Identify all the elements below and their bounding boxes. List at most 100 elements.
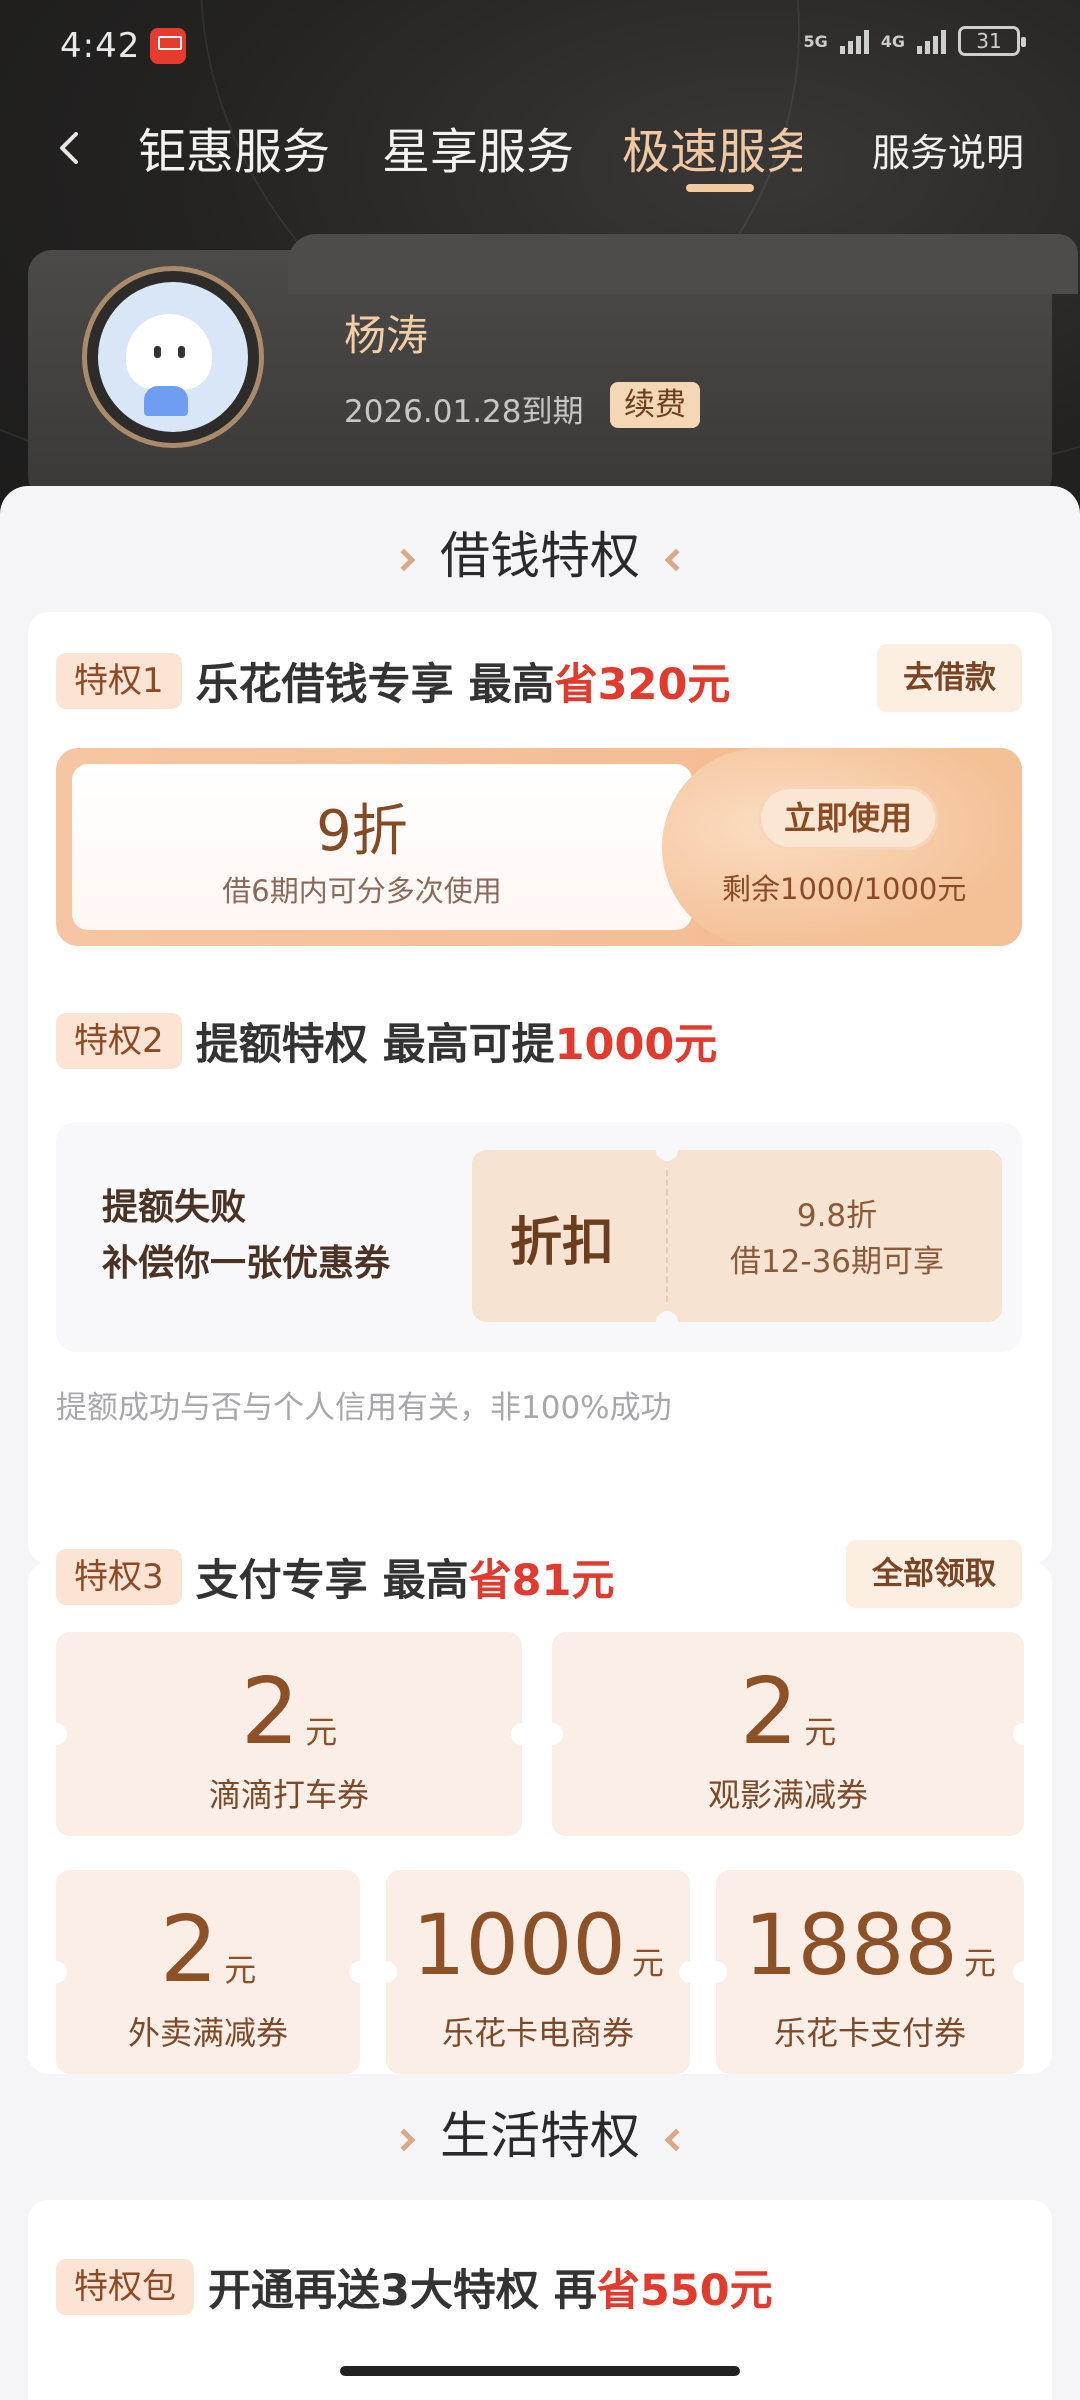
home-indicator[interactable] (340, 2366, 740, 2376)
discount-ticket: 折扣 9.8折 借12-36期可享 (472, 1139, 1002, 1333)
status-signals: 5G 4G 31 (803, 26, 1026, 56)
privilege-highlight: 省550元 (596, 2266, 773, 2316)
coupon-remaining: 剩余1000/1000元 (722, 872, 967, 906)
voucher-amount-number: 1888 (744, 1896, 958, 1994)
ticket-condition: 借12-36期可享 (729, 1244, 945, 1280)
avatar (98, 282, 248, 432)
voucher-amount-number: 2 (739, 1658, 799, 1765)
avatar-eye (178, 346, 185, 358)
limit-increase-compensation: 提额失败 补偿你一张优惠券 折扣 9.8折 借12-36期可享 (56, 1122, 1022, 1352)
voucher-unit: 元 (631, 1944, 664, 1982)
decor-chevron-icon (392, 548, 416, 571)
privilege-highlight: 省81元 (468, 1556, 615, 1606)
app-notification-icon (150, 28, 186, 64)
voucher-takeout[interactable]: 2元 外卖满减券 (56, 1870, 360, 2074)
privilege-title-text: 支付专享 最高 (195, 1556, 469, 1606)
payment-privileges-card: 特权3 支付专享 最高省81元 全部领取 2元 滴滴打车券 2元 观影满减券 2… (28, 1540, 1052, 2074)
ticket-divider (666, 1170, 668, 1302)
tab-juhui-service[interactable]: 钜惠服务 (138, 112, 330, 182)
network-4g-label: 4G (880, 31, 905, 51)
tab-jisu-service[interactable]: 极速服务 (622, 112, 802, 182)
decor-chevron-icon (664, 548, 688, 571)
tab-xingxiang-service[interactable]: 星享服务 (382, 112, 574, 182)
coupon-description: 借6期内可分多次使用 (222, 874, 502, 908)
section-borrow-privileges: 借钱特权 (0, 516, 1080, 588)
battery-icon: 31 (958, 26, 1026, 56)
top-navigation: 钜惠服务 星享服务 极速服务 服务说明 (0, 100, 1080, 200)
privilege-title-text: 提额特权 最高可提 (195, 1020, 555, 1070)
privilege-2-header: 特权2 提额特权 最高可提1000元 (56, 1010, 717, 1072)
voucher-amount: 2元 (552, 1658, 1024, 1765)
privilege-3-header: 特权3 支付专享 最高省81元 (56, 1546, 614, 1608)
coupon-left: 9折 借6期内可分多次使用 (72, 764, 692, 930)
privilege-1-header: 特权1 乐花借钱专享 最高省320元 (56, 650, 730, 712)
voucher-label: 乐花卡支付券 (773, 2014, 966, 2052)
privilege-title: 支付专享 最高省81元 (196, 1546, 615, 1608)
privilege-highlight: 省320元 (554, 660, 731, 710)
voucher-label: 乐花卡电商券 (441, 2014, 634, 2052)
privilege-title-text: 开通再送3大特权 再 (208, 2266, 597, 2316)
avatar-body (144, 386, 188, 416)
privilege-pack-header: 特权包 开通再送3大特权 再省550元 (56, 2256, 773, 2318)
ticket-notch (656, 1139, 678, 1161)
privilege-highlight: 1000元 (554, 1020, 718, 1070)
privilege-tag: 特权1 (56, 653, 182, 709)
decor-chevron-icon (664, 2128, 688, 2151)
network-5g-label: 5G (803, 31, 828, 51)
voucher-ecommerce[interactable]: 1000 元 乐花卡电商券 (386, 1870, 690, 2074)
voucher-unit: 元 (804, 1713, 837, 1751)
compensation-text: 提额失败 补偿你一张优惠券 (102, 1180, 390, 1292)
user-card-tab (288, 234, 1078, 294)
avatar-head (126, 314, 212, 390)
signal-bars-icon (917, 28, 946, 54)
ticket-kind: 折扣 (510, 1213, 615, 1273)
compensation-line-1: 提额失败 (102, 1187, 247, 1228)
voucher-unit: 元 (224, 1951, 257, 1989)
voucher-payment[interactable]: 1888 元 乐花卡支付券 (716, 1870, 1024, 2074)
limit-increase-note: 提额成功与否与个人信用有关，非100%成功 (56, 1390, 672, 1426)
status-time: 4:42 (60, 26, 141, 66)
voucher-amount: 1888 元 (716, 1896, 1024, 1994)
voucher-label: 滴滴打车券 (208, 1776, 369, 1814)
status-bar: 4:42 5G 4G 31 (0, 0, 1080, 90)
section-title-text: 借钱特权 (440, 527, 640, 585)
voucher-amount-number: 2 (240, 1658, 300, 1765)
voucher-didi[interactable]: 2元 滴滴打车券 (56, 1632, 522, 1836)
loan-discount-coupon: 9折 借6期内可分多次使用 立即使用 剩余1000/1000元 (56, 748, 1022, 946)
privilege-title-text: 乐花借钱专享 最高 (195, 660, 555, 710)
privilege-title: 乐花借钱专享 最高省320元 (196, 650, 731, 712)
privilege-tag: 特权2 (56, 1013, 182, 1069)
voucher-amount: 1000 元 (386, 1896, 690, 1994)
go-borrow-button[interactable]: 去借款 (877, 644, 1022, 712)
membership-expiry: 2026.01.28到期 (344, 394, 584, 430)
voucher-unit: 元 (963, 1944, 996, 1982)
privilege-tag: 特权包 (56, 2259, 194, 2315)
back-arrow-icon[interactable] (50, 128, 90, 168)
signal-bars-icon (839, 28, 869, 54)
voucher-amount-number: 2 (159, 1896, 219, 2003)
user-name: 杨涛 (344, 311, 429, 360)
use-now-button[interactable]: 立即使用 (758, 786, 939, 850)
section-life-privileges: 生活特权 (0, 2096, 1080, 2168)
ticket-notch (656, 1311, 678, 1333)
coupon-right: 立即使用 剩余1000/1000元 (662, 748, 1022, 946)
active-tab-indicator (686, 184, 754, 192)
service-description-link[interactable]: 服务说明 (872, 122, 1024, 177)
privilege-tag: 特权3 (56, 1549, 182, 1605)
voucher-label: 观影满减券 (707, 1776, 868, 1814)
voucher-unit: 元 (305, 1713, 338, 1751)
content-sheet: 借钱特权 特权1 乐花借钱专享 最高省320元 去借款 9折 借6期内可分多次使… (0, 486, 1080, 2400)
voucher-amount-number: 1000 (412, 1896, 626, 1994)
section-title-text: 生活特权 (440, 2107, 640, 2165)
voucher-movie[interactable]: 2元 观影满减券 (552, 1632, 1024, 1836)
renew-button[interactable]: 续费 (610, 382, 700, 428)
voucher-amount: 2元 (56, 1658, 522, 1765)
compensation-line-2: 补偿你一张优惠券 (102, 1243, 391, 1284)
claim-all-button[interactable]: 全部领取 (846, 1540, 1022, 1608)
ticket-discount: 9.8折 (796, 1198, 878, 1234)
borrow-privileges-card: 特权1 乐花借钱专享 最高省320元 去借款 9折 借6期内可分多次使用 立即使… (28, 612, 1052, 1564)
privilege-title: 开通再送3大特权 再省550元 (208, 2256, 773, 2318)
voucher-label: 外卖满减券 (127, 2014, 288, 2052)
coupon-discount: 9折 (316, 799, 408, 864)
privilege-title: 提额特权 最高可提1000元 (196, 1010, 718, 1072)
